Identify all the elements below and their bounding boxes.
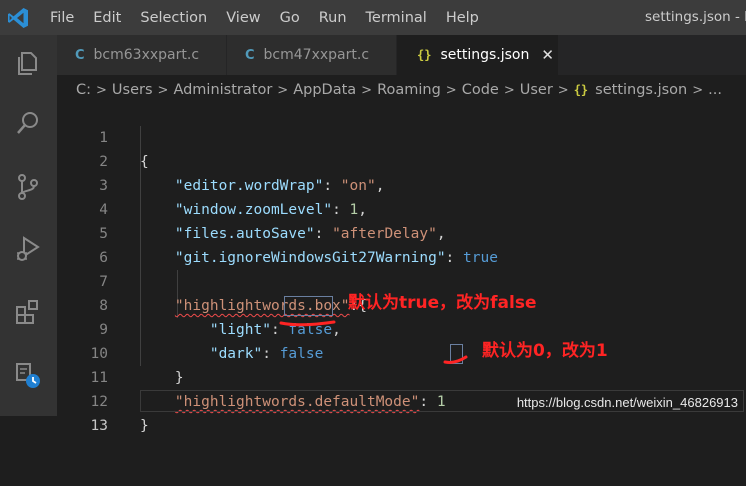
explorer-icon[interactable]: [13, 48, 43, 78]
watermark: https://blog.csdn.net/weixin_46826913: [516, 395, 738, 410]
search-icon[interactable]: [13, 108, 43, 138]
menu-view[interactable]: View: [226, 10, 260, 26]
code-line: 12 }: [57, 366, 746, 434]
chevron-right-icon: >: [361, 82, 373, 98]
code-line: 5 "git.ignoreWindowsGit27Warning": true: [57, 198, 746, 266]
code-line: 4 "files.autoSave": "afterDelay",: [57, 174, 746, 242]
code-line: 2 "editor.wordWrap": "on",: [57, 126, 746, 194]
tab-label: bcm63xxpart.c: [93, 47, 200, 63]
extensions-icon[interactable]: [13, 297, 43, 327]
tab-bcm47xxpart[interactable]: C bcm47xxpart.c: [227, 35, 397, 75]
menu-run[interactable]: Run: [319, 10, 347, 26]
tab-bcm63xxpart[interactable]: C bcm63xxpart.c: [57, 35, 227, 75]
timeline-icon[interactable]: [13, 360, 43, 390]
menu-help[interactable]: Help: [446, 10, 479, 26]
menu-go[interactable]: Go: [280, 10, 300, 26]
c-file-icon: C: [75, 47, 85, 63]
menu-selection[interactable]: Selection: [140, 10, 207, 26]
menu-file[interactable]: File: [50, 10, 74, 26]
line-number: 13: [90, 418, 108, 434]
window-title: settings.json - li: [645, 9, 746, 25]
chevron-right-icon: >: [692, 82, 704, 98]
code-line: 3 "window.zoomLevel": 1,: [57, 150, 746, 218]
code-editor[interactable]: 1 { 2 "editor.wordWrap": "on", 3 "window…: [57, 102, 746, 434]
vscode-logo-icon: [8, 8, 28, 28]
close-icon[interactable]: ✕: [541, 46, 554, 64]
breadcrumb-item[interactable]: Code: [462, 82, 499, 98]
chevron-right-icon: >: [503, 82, 515, 98]
menu-edit[interactable]: Edit: [93, 10, 121, 26]
brace: }: [140, 418, 149, 434]
annotation-dark: 默认为true，改为false: [348, 293, 537, 313]
chevron-right-icon: >: [157, 82, 169, 98]
chevron-right-icon: >: [557, 82, 569, 98]
chevron-right-icon: >: [96, 82, 107, 98]
menu-terminal[interactable]: Terminal: [366, 10, 427, 26]
breadcrumb-item[interactable]: settings.json: [595, 82, 687, 98]
breadcrumb-item[interactable]: User: [520, 82, 553, 98]
breadcrumb: C: > Users > Administrator > AppData > R…: [76, 78, 722, 102]
c-file-icon: C: [245, 47, 255, 63]
word-highlight-box: [450, 344, 463, 364]
json-file-icon: {}: [417, 48, 432, 62]
activity-bar: [0, 35, 57, 416]
tab-settings-json[interactable]: {} settings.json ✕: [397, 35, 559, 75]
breadcrumb-item[interactable]: ...: [708, 82, 722, 98]
breadcrumb-item[interactable]: Users: [112, 82, 153, 98]
breadcrumb-item[interactable]: AppData: [293, 82, 356, 98]
menu-bar: File Edit Selection View Go Run Terminal…: [50, 0, 498, 35]
tab-label: bcm47xxpart.c: [263, 47, 370, 63]
run-debug-icon[interactable]: [13, 234, 43, 264]
code-line: 11 "highlightwords.defaultMode": 1: [57, 342, 746, 410]
breadcrumb-item[interactable]: Administrator: [173, 82, 272, 98]
json-file-icon: {}: [573, 83, 589, 97]
annotation-default-mode: 默认为0，改为1: [482, 341, 608, 361]
chevron-right-icon: >: [445, 82, 457, 98]
code-line: 1 {: [57, 102, 746, 170]
tab-label: settings.json: [440, 47, 530, 63]
breadcrumb-item[interactable]: C:: [76, 82, 91, 98]
tab-bar: C bcm63xxpart.c C bcm47xxpart.c {} setti…: [57, 35, 746, 75]
breadcrumb-item[interactable]: Roaming: [377, 82, 441, 98]
source-control-icon[interactable]: [13, 172, 43, 202]
word-highlight-box: [284, 296, 333, 316]
title-bar: File Edit Selection View Go Run Terminal…: [0, 0, 746, 35]
code-line: 6: [57, 222, 746, 266]
chevron-right-icon: >: [277, 82, 289, 98]
code-line: 10 }: [57, 318, 746, 386]
code-line: 7 "highlightwords.box":{: [57, 246, 746, 314]
